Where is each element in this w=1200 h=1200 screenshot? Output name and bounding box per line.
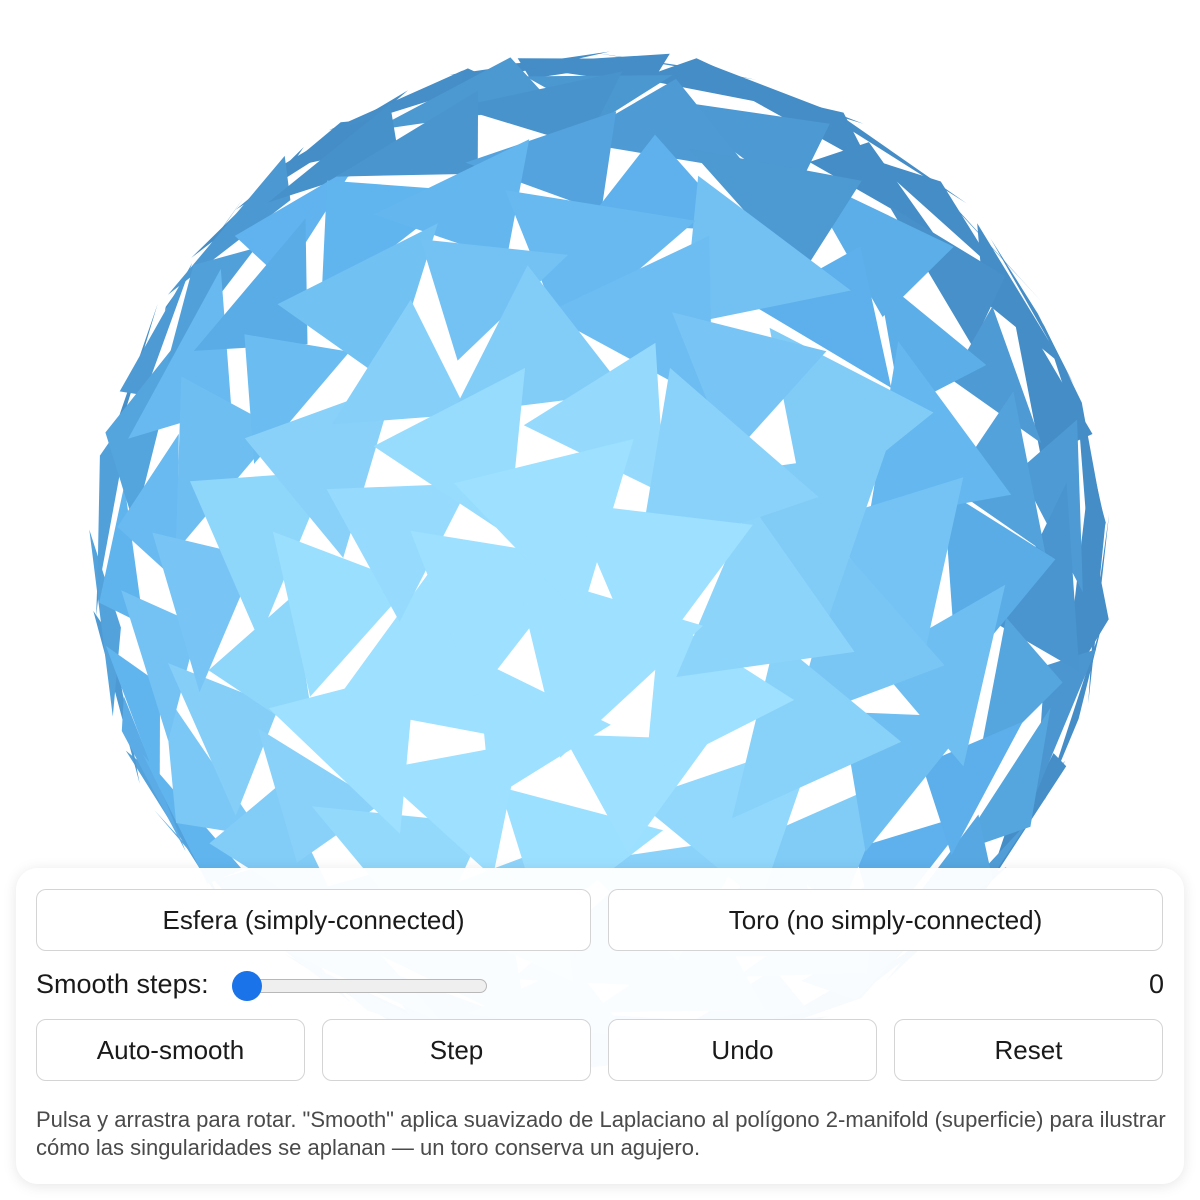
auto-smooth-button[interactable]: Auto-smooth — [36, 1019, 305, 1081]
smooth-steps-value: 0 — [1148, 969, 1164, 999]
reset-button[interactable]: Reset — [894, 1019, 1163, 1081]
undo-button[interactable]: Undo — [608, 1019, 877, 1081]
torus-button[interactable]: Toro (no simply-connected) — [608, 889, 1163, 951]
step-button[interactable]: Step — [322, 1019, 591, 1081]
smooth-steps-slider-thumb[interactable] — [232, 971, 262, 1001]
help-text: Pulsa y arrastra para rotar. "Smooth" ap… — [36, 1107, 1166, 1160]
control-panel: Esfera (simply-connected) Toro (no simpl… — [16, 868, 1184, 1184]
mesh-face — [1009, 292, 1093, 458]
sphere-button[interactable]: Esfera (simply-connected) — [36, 889, 591, 951]
app-root: Esfera (simply-connected) Toro (no simpl… — [0, 0, 1200, 1200]
smooth-steps-label: Smooth steps: — [36, 969, 209, 999]
smooth-steps-slider[interactable] — [232, 979, 487, 993]
